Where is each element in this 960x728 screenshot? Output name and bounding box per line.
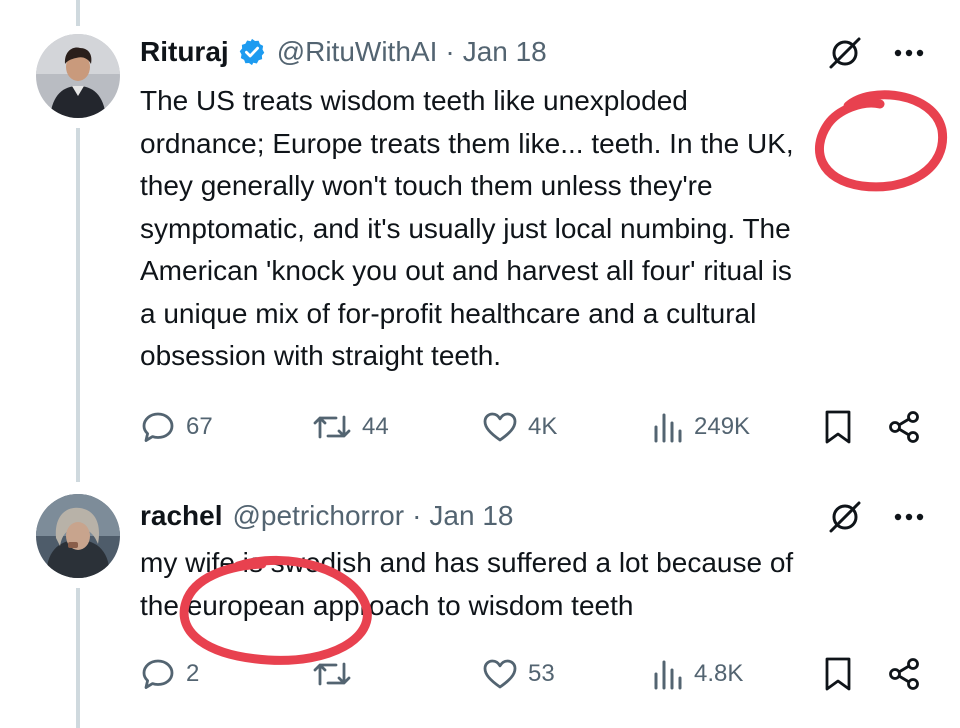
tweet-header: Rituraj @RituWithAI · Jan 18: [140, 32, 547, 72]
separator-dot: ·: [445, 36, 455, 67]
tweet-header: rachel @petrichorror · Jan 18: [140, 496, 514, 536]
tweet-date[interactable]: Jan 18: [429, 500, 513, 532]
views-button[interactable]: 249K: [652, 407, 750, 447]
author-name[interactable]: Rituraj: [140, 36, 229, 68]
tweet-top-actions: [826, 34, 924, 74]
bookmark-button[interactable]: [822, 407, 854, 447]
tweet-text: The US treats wisdom teeth like unexplod…: [140, 80, 930, 378]
tweet-text-line: obsession with straight teeth.: [140, 340, 502, 371]
views-button[interactable]: 4.8K: [652, 654, 743, 694]
reply-button[interactable]: 2: [140, 654, 199, 694]
tweet-text-line: The US treats wisdom teeth like unexplod…: [140, 85, 688, 116]
tweet-text-line: my wife is swedish and has suffered a lo…: [140, 547, 794, 578]
grok-icon[interactable]: [826, 33, 864, 76]
bookmark-button[interactable]: [822, 654, 854, 694]
tweet-text-line: symptomatic, and it's usually just local…: [140, 212, 791, 244]
views-icon: [652, 656, 684, 692]
tweet-actions: 67 44 4K 249K: [140, 407, 930, 447]
like-count: 4K: [528, 413, 558, 440]
avatar[interactable]: [36, 494, 120, 578]
like-icon: [482, 409, 518, 445]
author-name[interactable]: rachel: [140, 500, 223, 532]
bookmark-icon: [822, 656, 854, 692]
like-button[interactable]: 53: [482, 654, 555, 694]
share-icon: [886, 409, 922, 445]
tweet[interactable]: Rituraj @RituWithAI · Jan 18 The US trea…: [0, 0, 960, 470]
author-handle[interactable]: @RituWithAI: [277, 36, 438, 68]
tweet-actions: 2 53 4.8K: [140, 654, 930, 694]
repost-button[interactable]: 44: [312, 407, 389, 447]
tweet-date[interactable]: Jan 18: [463, 36, 547, 68]
like-button[interactable]: 4K: [482, 407, 557, 447]
repost-icon: [312, 409, 352, 445]
repost-count: 44: [362, 413, 389, 440]
reply-icon: [140, 409, 176, 445]
share-button[interactable]: [886, 654, 922, 694]
more-icon[interactable]: [894, 45, 924, 63]
tweet-text-line: ordnance; Europe treats them like... tee…: [140, 127, 794, 159]
reply-count: 2: [186, 660, 200, 687]
repost-icon: [312, 656, 352, 692]
like-count: 53: [528, 660, 555, 687]
like-icon: [482, 656, 518, 692]
views-count: 249K: [694, 413, 751, 440]
share-icon: [886, 656, 922, 692]
tweet[interactable]: rachel @petrichorror · Jan 18 my wife is…: [0, 470, 960, 728]
more-icon[interactable]: [894, 509, 924, 527]
bookmark-icon: [822, 409, 854, 445]
views-count: 4.8K: [694, 660, 744, 687]
tweet-text-line: American 'knock you out and harvest all …: [140, 255, 792, 286]
tweet-text-line: they generally won't touch them unless t…: [140, 170, 713, 201]
share-button[interactable]: [886, 407, 922, 447]
verified-badge-icon: [237, 37, 267, 67]
reply-icon: [140, 656, 176, 692]
tweet-text-line: the european approach to wisdom teeth: [140, 589, 634, 621]
tweet-text-line: a unique mix of for-profit healthcare an…: [140, 297, 757, 329]
reply-button[interactable]: 67: [140, 407, 213, 447]
tweet-top-actions: [826, 498, 924, 538]
author-handle[interactable]: @petrichorror: [233, 500, 405, 532]
tweet-text: my wife is swedish and has suffered a lo…: [140, 542, 930, 627]
grok-icon[interactable]: [826, 497, 864, 540]
reply-count: 67: [186, 413, 213, 440]
views-icon: [652, 409, 684, 445]
repost-button[interactable]: [312, 654, 362, 694]
avatar[interactable]: [36, 34, 120, 118]
separator-dot: ·: [412, 500, 422, 531]
